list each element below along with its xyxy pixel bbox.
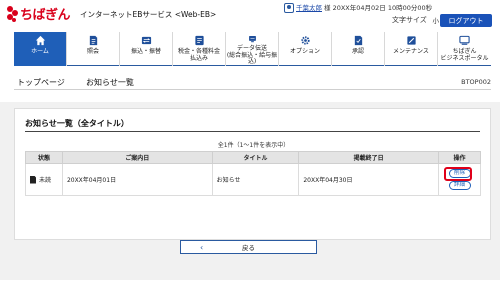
nav-label: 照会: [86, 48, 99, 55]
section-divider: [25, 131, 480, 132]
column-header-end-date: 掲載終了日: [298, 151, 440, 164]
nav-label: 振込・振替: [130, 48, 161, 55]
title-cell: お知らせ: [211, 163, 300, 196]
unread-document-icon: [30, 175, 36, 184]
nav-label: ホーム: [31, 48, 49, 55]
home-icon: [35, 35, 45, 46]
tax-payment-icon: [194, 35, 204, 46]
page-header: トップページ お知らせ一覧 BTOP002: [14, 70, 491, 90]
service-name: インターネットEBサービス <Web-EB>: [80, 10, 217, 19]
detail-button[interactable]: 詳細: [448, 181, 471, 190]
user-icon: [284, 3, 294, 13]
status-text: 未読: [39, 177, 52, 184]
notice-list-card: お知らせ一覧（全タイトル） 全1件（1～1件を表示中） 状態 ご案内日 タイトル…: [14, 108, 491, 240]
global-nav: ホーム 照会 振込・振替 税金・各種料金 払込み データ伝送 (総合振込・給与振…: [14, 32, 491, 66]
nav-inquiry[interactable]: 照会: [67, 32, 120, 66]
back-button[interactable]: ‹ 戻る: [180, 240, 317, 254]
nav-label: メンテナンス: [393, 48, 429, 55]
section-title: お知らせ一覧（全タイトル）: [25, 119, 129, 128]
column-header-date: ご案内日: [61, 151, 213, 164]
result-count: 全1件（1～1件を表示中）: [217, 142, 290, 149]
logout-button[interactable]: ログアウト: [440, 14, 492, 27]
logo-mark-icon: [7, 6, 18, 22]
chevron-left-icon: ‹: [200, 243, 204, 252]
gear-icon: [300, 36, 310, 45]
nav-label: 承認: [351, 48, 364, 55]
end-date-cell: 20XX年04月30日: [298, 163, 440, 196]
nav-data-transfer[interactable]: データ伝送 (総合振込・給与振込): [226, 32, 279, 66]
last-login-time: 20XX年04月02日 10時00分00秒: [332, 4, 433, 12]
nav-approval[interactable]: 承認: [332, 32, 385, 66]
nav-label: ちばぎん ビジネスポータル: [440, 48, 489, 62]
user-info: 千葉太郎様 20XX年04月02日 10時00分00秒: [284, 2, 432, 13]
document-icon: [89, 35, 97, 46]
status-cell: 未読: [25, 163, 63, 196]
notice-table: 状態 ご案内日 タイトル 掲載終了日 操作 未読 20XX年04月01日 お知ら…: [25, 151, 481, 196]
maintenance-icon: [406, 36, 416, 45]
operation-cell: 削除 詳細: [438, 163, 481, 196]
nav-tax-payment[interactable]: 税金・各種料金 払込み: [173, 32, 226, 66]
column-header-operation: 操作: [438, 151, 481, 164]
nav-maintenance[interactable]: メンテナンス: [385, 32, 438, 66]
approval-icon: [354, 35, 362, 46]
user-honorific: 様: [324, 4, 331, 12]
page-title: お知らせ一覧: [86, 78, 134, 87]
data-transfer-icon: [248, 36, 256, 43]
column-header-status: 状態: [25, 151, 63, 164]
user-name-link[interactable]: 千葉太郎: [296, 4, 322, 12]
date-cell: 20XX年04月01日: [61, 163, 213, 196]
nav-transfer[interactable]: 振込・振替: [120, 32, 173, 66]
text-size-label: 文字サイズ: [392, 16, 427, 24]
nav-label: 税金・各種料金 払込み: [177, 48, 220, 62]
screen-id: BTOP002: [461, 78, 491, 86]
column-header-title: タイトル: [211, 151, 300, 164]
delete-highlight-box: [444, 167, 473, 181]
portal-icon: [459, 35, 470, 45]
table-row: 未読 20XX年04月01日 お知らせ 20XX年04月30日 削除 詳細: [25, 163, 481, 196]
nav-label: オプション: [289, 48, 320, 55]
top-bar: ちばぎん インターネットEBサービス <Web-EB> 千葉太郎様 20XX年0…: [0, 0, 500, 32]
table-header-row: 状態 ご案内日 タイトル 掲載終了日 操作: [25, 151, 481, 164]
logo-text: ちばぎん: [20, 8, 71, 23]
breadcrumb[interactable]: トップページ: [17, 77, 65, 88]
nav-business-portal[interactable]: ちばぎん ビジネスポータル: [438, 32, 491, 66]
nav-label: データ伝送 (総合振込・給与振込): [226, 45, 278, 66]
nav-home[interactable]: ホーム: [14, 32, 67, 66]
transfer-icon: [141, 36, 151, 45]
nav-option[interactable]: オプション: [279, 32, 332, 66]
